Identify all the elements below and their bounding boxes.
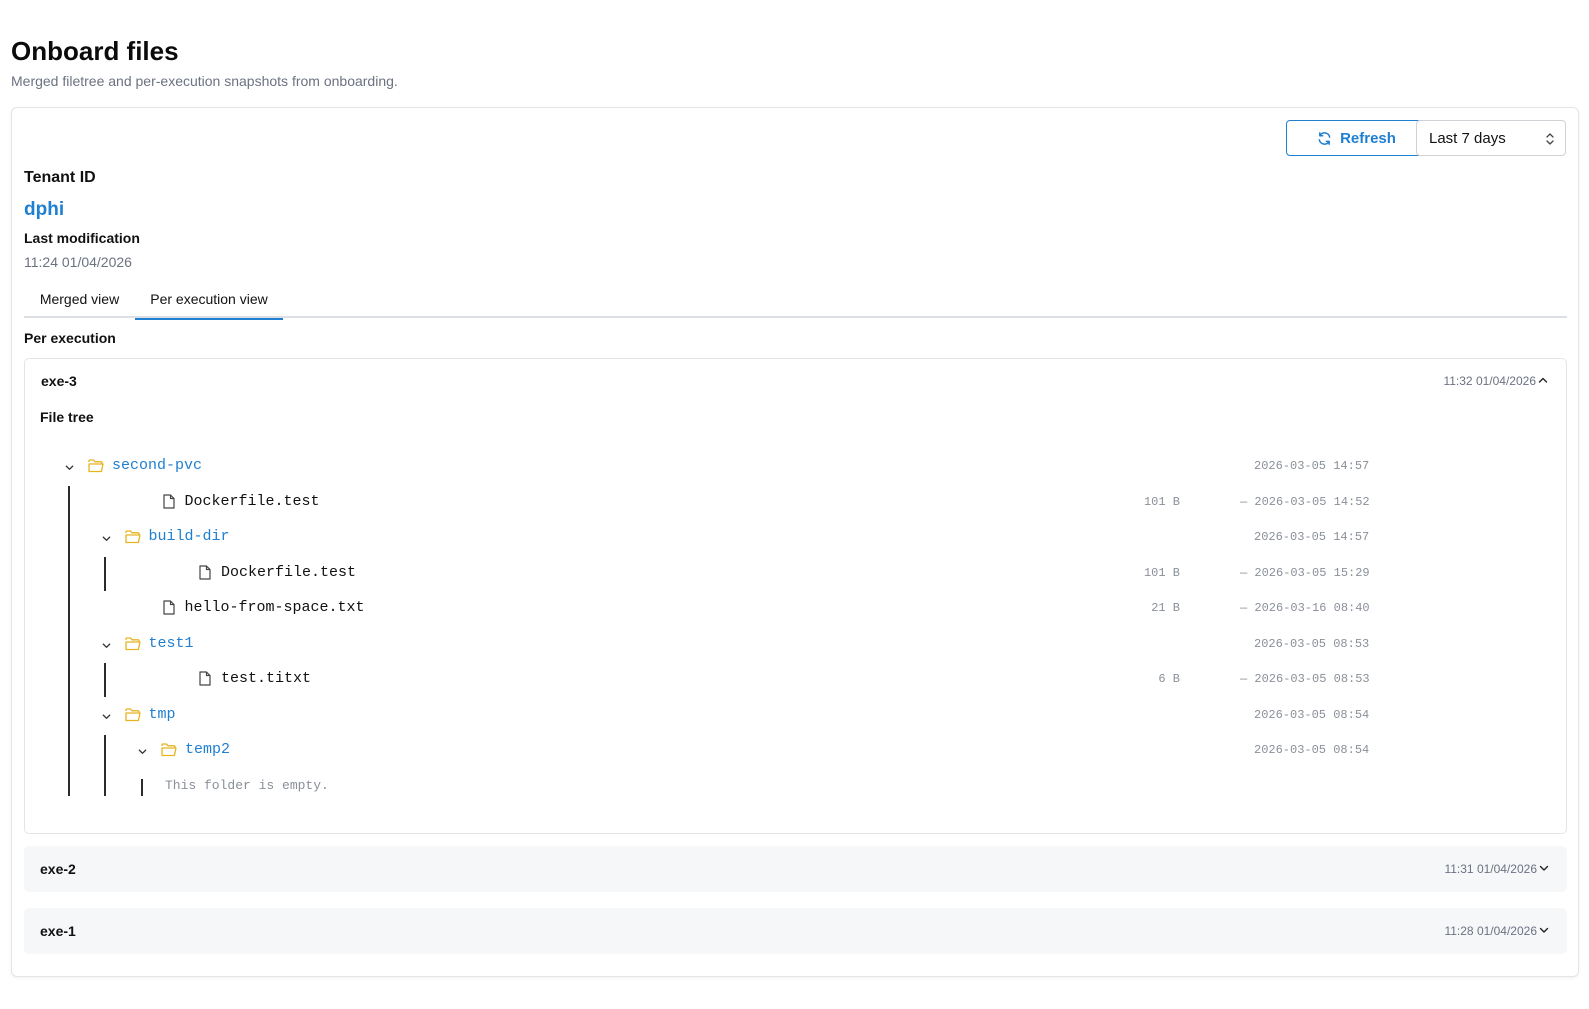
execution-time: 11:31 01/04/2026 bbox=[1444, 862, 1537, 876]
view-tabs: Merged view Per execution view bbox=[24, 280, 1567, 320]
refresh-icon bbox=[1318, 131, 1331, 145]
execution-name: exe-2 bbox=[40, 861, 76, 877]
execution-name: exe-3 bbox=[41, 373, 77, 389]
file-name[interactable]: Dockerfile.test bbox=[185, 493, 320, 510]
execution-name: exe-1 bbox=[40, 923, 76, 939]
file-icon bbox=[199, 671, 211, 691]
tenant-id-label: Tenant ID bbox=[24, 169, 96, 186]
folder-name[interactable]: temp2 bbox=[185, 741, 230, 758]
file-icon bbox=[162, 600, 175, 620]
tenant-id-value: dphi bbox=[24, 199, 65, 220]
file-size: 21 B bbox=[1151, 601, 1180, 615]
empty-folder-message: This folder is empty. bbox=[165, 777, 329, 793]
updown-icon bbox=[1546, 133, 1554, 145]
tree-folder-row[interactable]: build-dir 2026-03-05 14:57 bbox=[0, 519, 1400, 555]
chevron-up-icon bbox=[1538, 377, 1548, 383]
file-tree-label: File tree bbox=[40, 409, 94, 425]
tab-per-execution-view[interactable]: Per execution view bbox=[135, 280, 283, 320]
execution-panel-exe-2[interactable]: exe-2 11:31 01/04/2026 bbox=[24, 846, 1567, 892]
folder-name[interactable]: test1 bbox=[149, 635, 194, 652]
execution-time: 11:28 01/04/2026 bbox=[1444, 924, 1537, 938]
modified-date: 2026-03-05 14:57 bbox=[1254, 530, 1370, 544]
chevron-down-icon[interactable] bbox=[137, 744, 148, 762]
modified-date: — 2026-03-05 14:52 bbox=[1240, 494, 1370, 509]
tab-merged-view[interactable]: Merged view bbox=[24, 280, 135, 318]
page-title: Onboard files bbox=[11, 36, 179, 66]
tree-folder-row[interactable]: temp2 2026-03-05 08:54 bbox=[0, 732, 1400, 768]
last-modification-value: 11:24 01/04/2026 bbox=[24, 254, 132, 270]
last-modification-label: Last modification bbox=[24, 230, 140, 246]
folder-open-icon bbox=[161, 743, 177, 762]
refresh-label: Refresh bbox=[1340, 129, 1396, 147]
file-icon bbox=[162, 493, 175, 514]
modified-date: — 2026-03-16 08:40 bbox=[1240, 601, 1370, 615]
refresh-button[interactable]: Refresh bbox=[1286, 120, 1427, 156]
folder-open-icon bbox=[124, 707, 141, 727]
execution-panel-exe-1[interactable]: exe-1 11:28 01/04/2026 bbox=[24, 908, 1567, 954]
file-size: 101 B bbox=[1143, 494, 1180, 509]
per-execution-label: Per execution bbox=[24, 330, 116, 346]
time-range-select[interactable]: Last 7 days bbox=[1416, 120, 1566, 156]
tree-file-row[interactable]: hello-from-space.txt 21 B — 2026-03-16 08:… bbox=[0, 590, 1400, 626]
modified-date: 2026-03-05 14:57 bbox=[1254, 459, 1370, 473]
folder-name[interactable]: second-pvc bbox=[112, 457, 202, 474]
chevron-down-icon bbox=[1539, 865, 1549, 871]
tree-folder-row[interactable]: tmp 2026-03-05 08:54 bbox=[0, 697, 1400, 733]
modified-date: — 2026-03-05 08:53 bbox=[1240, 672, 1370, 686]
time-range-value: Last 7 days bbox=[1429, 129, 1506, 147]
chevron-down-icon[interactable] bbox=[101, 709, 112, 727]
file-name[interactable]: Dockerfile.test bbox=[221, 564, 356, 581]
folder-name[interactable]: tmp bbox=[149, 706, 176, 723]
chevron-down-icon bbox=[1539, 927, 1549, 933]
chevron-down-icon[interactable] bbox=[101, 638, 112, 656]
file-name[interactable]: test.titxt bbox=[221, 670, 311, 687]
folder-open-icon bbox=[88, 459, 104, 478]
file-name[interactable]: hello-from-space.txt bbox=[185, 599, 365, 616]
tree-file-row[interactable]: test.titxt 6 B — 2026-03-05 08:53 bbox=[0, 661, 1400, 697]
execution-time: 11:32 01/04/2026 bbox=[1443, 374, 1536, 388]
folder-name[interactable]: build-dir bbox=[149, 528, 230, 545]
file-size: 101 B bbox=[1143, 565, 1180, 580]
execution-header-exe-3[interactable]: exe-3 11:32 01/04/2026 bbox=[25, 359, 1566, 403]
tree-file-row[interactable]: Dockerfile.test 101 B — 2026-03-05 14:52 bbox=[0, 484, 1400, 520]
modified-date: 2026-03-05 08:53 bbox=[1254, 636, 1370, 651]
chevron-down-icon[interactable] bbox=[64, 460, 75, 478]
chevron-down-icon[interactable] bbox=[101, 531, 112, 549]
modified-date: 2026-03-05 08:54 bbox=[1254, 707, 1370, 722]
tree-file-row[interactable]: Dockerfile.test 101 B — 2026-03-05 15:29 bbox=[0, 555, 1400, 591]
modified-date: 2026-03-05 08:54 bbox=[1254, 743, 1370, 757]
tree-folder-row[interactable]: second-pvc 2026-03-05 14:57 bbox=[0, 448, 1400, 484]
page-subtitle: Merged filetree and per-execution snapsh… bbox=[11, 73, 398, 89]
tree-folder-row[interactable]: test1 2026-03-05 08:53 bbox=[0, 626, 1400, 662]
folder-open-icon bbox=[124, 636, 141, 656]
file-icon bbox=[199, 564, 211, 585]
file-size: 6 B bbox=[1158, 672, 1180, 686]
folder-open-icon bbox=[124, 530, 141, 549]
empty-folder-row: This folder is empty. bbox=[0, 768, 1400, 804]
modified-date: — 2026-03-05 15:29 bbox=[1240, 565, 1370, 580]
